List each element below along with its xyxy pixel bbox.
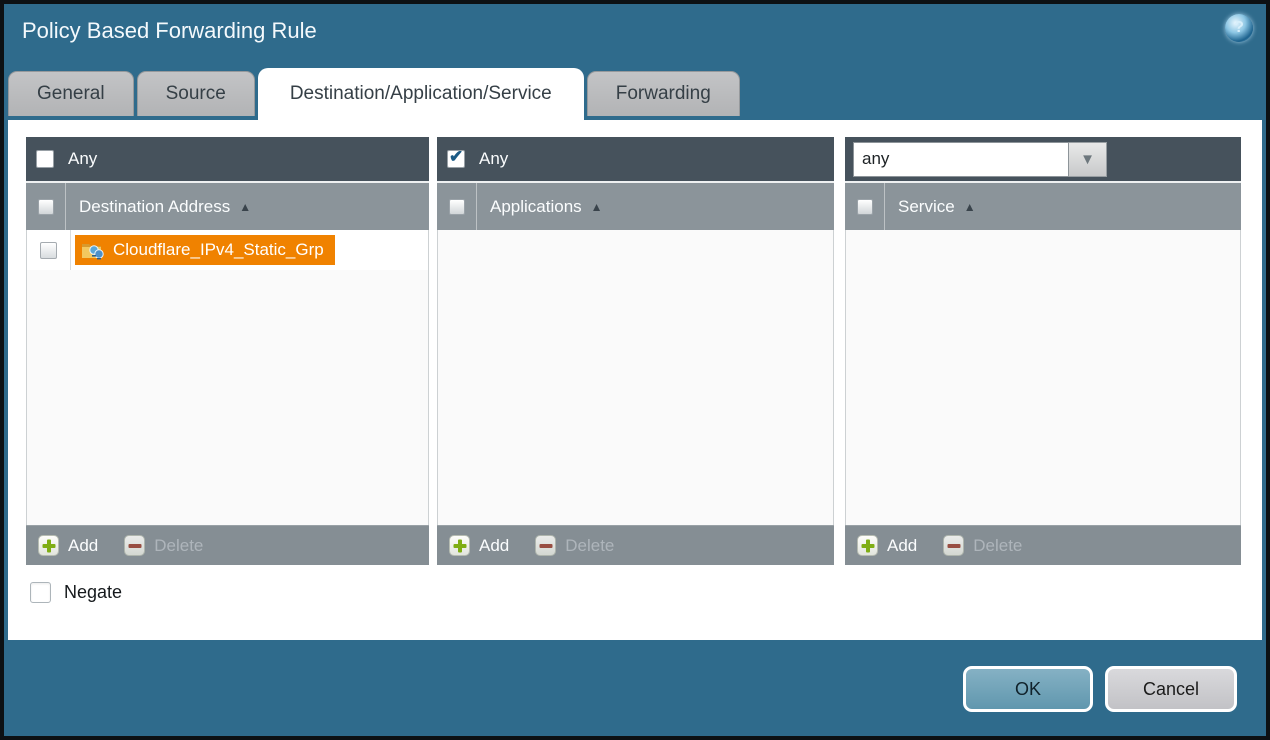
cancel-button[interactable]: Cancel [1105,666,1237,712]
service-list [845,230,1241,525]
tab-source[interactable]: Source [137,71,255,116]
plus-icon [857,535,878,556]
service-selector-bar: ▼ [845,137,1241,183]
destination-select-all-checkbox[interactable] [38,199,54,215]
row-checkbox[interactable] [40,242,57,259]
question-mark-glyph: ? [1234,20,1244,36]
applications-any-label: Any [479,149,508,169]
add-button-label: Add [479,536,509,556]
minus-icon [943,535,964,556]
applications-select-all-checkbox[interactable] [449,199,465,215]
destination-any-label: Any [68,149,97,169]
help-icon[interactable]: ? [1225,14,1253,42]
minus-icon [535,535,556,556]
plus-icon [449,535,470,556]
applications-list [437,230,834,525]
service-column: ▼ Service ▲ Add Delete [845,137,1241,565]
add-button[interactable]: Add [857,535,917,556]
selected-address-item[interactable]: Cloudflare_IPv4_Static_Grp [75,235,335,265]
delete-button-label: Delete [973,536,1022,556]
dialog-title: Policy Based Forwarding Rule [22,18,317,44]
destination-header-label: Destination Address [79,197,230,217]
header-checkbox-cell [437,183,477,230]
tab-destination-application-service[interactable]: Destination/Application/Service [258,68,584,120]
tab-bar: General Source Destination/Application/S… [8,66,740,120]
destination-address-column: Any Destination Address ▲ [26,137,429,565]
delete-button[interactable]: Delete [124,535,203,556]
add-button-label: Add [68,536,98,556]
applications-header-row: Applications ▲ [437,183,834,230]
table-row[interactable]: Cloudflare_IPv4_Static_Grp [27,230,428,270]
header-checkbox-cell [26,183,66,230]
address-item-label: Cloudflare_IPv4_Static_Grp [113,240,324,260]
negate-checkbox[interactable] [30,582,51,603]
applications-any-checkbox[interactable]: ✔ [447,150,465,168]
add-button-label: Add [887,536,917,556]
ok-button[interactable]: OK [963,666,1093,712]
tab-label: General [37,83,105,105]
delete-button-label: Delete [565,536,614,556]
delete-button[interactable]: Delete [943,535,1022,556]
add-button[interactable]: Add [449,535,509,556]
dialog-window: Policy Based Forwarding Rule ? General S… [0,0,1270,740]
check-icon: ✔ [449,147,463,167]
service-footer: Add Delete [845,525,1241,565]
plus-icon [38,535,59,556]
sort-asc-icon[interactable]: ▲ [964,200,976,214]
tab-forwarding[interactable]: Forwarding [587,71,740,116]
tab-label: Forwarding [616,83,711,105]
destination-footer: Add Delete [26,525,429,565]
service-header-label: Service [898,197,955,217]
applications-footer: Add Delete [437,525,834,565]
header-checkbox-cell [845,183,885,230]
service-dropdown-input[interactable] [853,142,1069,177]
delete-button-label: Delete [154,536,203,556]
service-select-all-checkbox[interactable] [857,199,873,215]
delete-button[interactable]: Delete [535,535,614,556]
applications-header-label: Applications [490,197,582,217]
content-panel: Any Destination Address ▲ [8,120,1262,640]
sort-asc-icon[interactable]: ▲ [239,200,251,214]
add-button[interactable]: Add [38,535,98,556]
service-header-row: Service ▲ [845,183,1241,230]
destination-list: Cloudflare_IPv4_Static_Grp [26,230,429,525]
applications-any-bar: ✔ Any [437,137,834,183]
tab-label: Destination/Application/Service [290,83,552,105]
chevron-down-icon: ▼ [1080,152,1095,167]
tab-general[interactable]: General [8,71,134,116]
destination-header-row: Destination Address ▲ [26,183,429,230]
dropdown-arrow-button[interactable]: ▼ [1069,142,1107,177]
row-checkbox-cell [27,230,71,270]
service-dropdown: ▼ [853,142,1107,177]
destination-any-checkbox[interactable] [36,150,54,168]
negate-row: Negate [30,582,122,603]
tab-label: Source [166,83,226,105]
negate-label: Negate [64,582,122,603]
applications-column: ✔ Any Applications ▲ Add Delete [437,137,834,565]
minus-icon [124,535,145,556]
destination-any-bar: Any [26,137,429,183]
address-group-icon [81,240,105,260]
titlebar: Policy Based Forwarding Rule ? [0,0,1270,62]
sort-asc-icon[interactable]: ▲ [591,200,603,214]
